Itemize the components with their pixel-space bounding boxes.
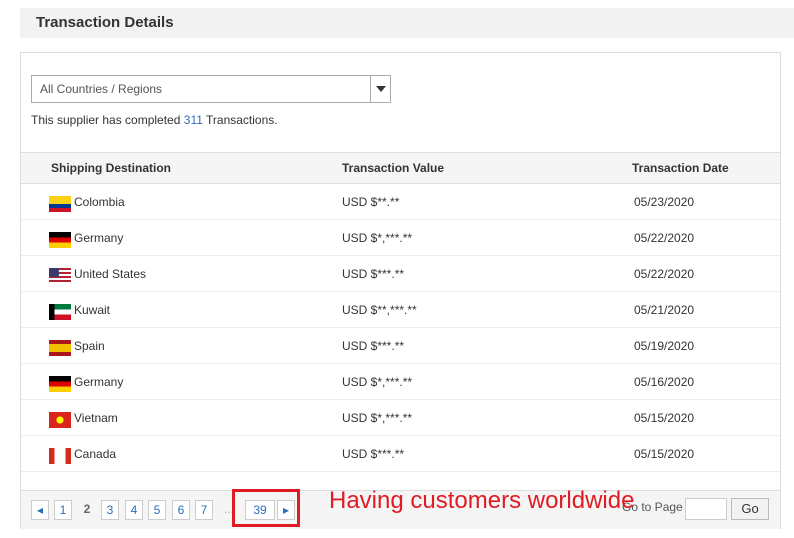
select-value: All Countries / Regions: [40, 82, 163, 96]
transaction-panel: All Countries / Regions This supplier ha…: [20, 52, 781, 529]
transaction-count-text: This supplier has completed 311 Transact…: [31, 113, 278, 127]
page-1[interactable]: 1: [54, 500, 72, 520]
transaction-value: USD $***.**: [342, 447, 405, 461]
transaction-value: USD $*,***.**: [342, 411, 413, 425]
shipping-destination: Spain: [74, 339, 105, 353]
shipping-destination: United States: [74, 267, 147, 281]
page-4[interactable]: 4: [125, 500, 143, 520]
transaction-date: 05/15/2020: [634, 411, 695, 425]
table-row: Canada USD $***.** 05/15/2020: [21, 436, 780, 472]
table-row: United States USD $***.** 05/22/2020: [21, 256, 780, 292]
info-prefix: This supplier has completed: [31, 113, 181, 127]
flag-usa-icon: [49, 268, 71, 284]
transaction-date: 05/16/2020: [634, 375, 695, 389]
page-7[interactable]: 7: [195, 500, 213, 520]
chevron-down-icon[interactable]: [370, 76, 390, 102]
page-3[interactable]: 3: [101, 500, 119, 520]
transaction-date: 05/22/2020: [634, 267, 695, 281]
page-2-current: 2: [83, 502, 91, 516]
flag-germany-icon: [49, 376, 71, 392]
table-row: Vietnam USD $*,***.** 05/15/2020: [21, 400, 780, 436]
annotation-text: Having customers worldwide: [329, 487, 635, 514]
page-5[interactable]: 5: [148, 500, 166, 520]
transaction-value: USD $***.**: [342, 339, 405, 353]
country-region-select[interactable]: All Countries / Regions: [31, 75, 391, 103]
flag-vietnam-icon: [49, 412, 71, 428]
table-header: Shipping Destination Transaction Value T…: [21, 152, 780, 184]
go-button[interactable]: Go: [731, 498, 769, 520]
prev-page-button[interactable]: ◂: [31, 500, 49, 520]
transaction-date: 05/15/2020: [634, 447, 695, 461]
shipping-destination: Vietnam: [74, 411, 118, 425]
table-row: Kuwait USD $**,***.** 05/21/2020: [21, 292, 780, 328]
transaction-date: 05/23/2020: [634, 195, 695, 209]
flag-spain-icon: [49, 340, 71, 356]
transaction-value: USD $*,***.**: [342, 375, 413, 389]
flag-germany-icon: [49, 232, 71, 248]
section-title: Transaction Details: [20, 8, 794, 38]
shipping-destination: Colombia: [74, 195, 125, 209]
table-row: Germany USD $*,***.** 05/22/2020: [21, 220, 780, 256]
shipping-destination: Canada: [74, 447, 117, 461]
table-row: Colombia USD $**.** 05/23/2020: [21, 184, 780, 220]
col-shipping-destination: Shipping Destination: [51, 161, 171, 175]
shipping-destination: Germany: [74, 231, 124, 245]
page-6[interactable]: 6: [172, 500, 190, 520]
go-to-page-input[interactable]: [685, 498, 727, 520]
transaction-date: 05/22/2020: [634, 231, 695, 245]
transaction-value: USD $**.**: [342, 195, 400, 209]
table-row: Spain USD $***.** 05/19/2020: [21, 328, 780, 364]
info-suffix: Transactions.: [206, 113, 278, 127]
table-row: Germany USD $*,***.** 05/16/2020: [21, 364, 780, 400]
transaction-value: USD $**,***.**: [342, 303, 417, 317]
annotation-highlight-box: [232, 489, 300, 527]
flag-canada-icon: [49, 448, 71, 464]
flag-kuwait-icon: [49, 304, 71, 320]
transaction-value: USD $*,***.**: [342, 231, 413, 245]
shipping-destination: Germany: [74, 375, 124, 389]
col-transaction-value: Transaction Value: [342, 161, 445, 175]
shipping-destination: Kuwait: [74, 303, 111, 317]
transaction-date: 05/19/2020: [634, 339, 695, 353]
transaction-count: 311: [183, 113, 203, 127]
transaction-date: 05/21/2020: [634, 303, 695, 317]
flag-colombia-icon: [49, 196, 71, 212]
transaction-value: USD $***.**: [342, 267, 405, 281]
col-transaction-date: Transaction Date: [632, 161, 729, 175]
